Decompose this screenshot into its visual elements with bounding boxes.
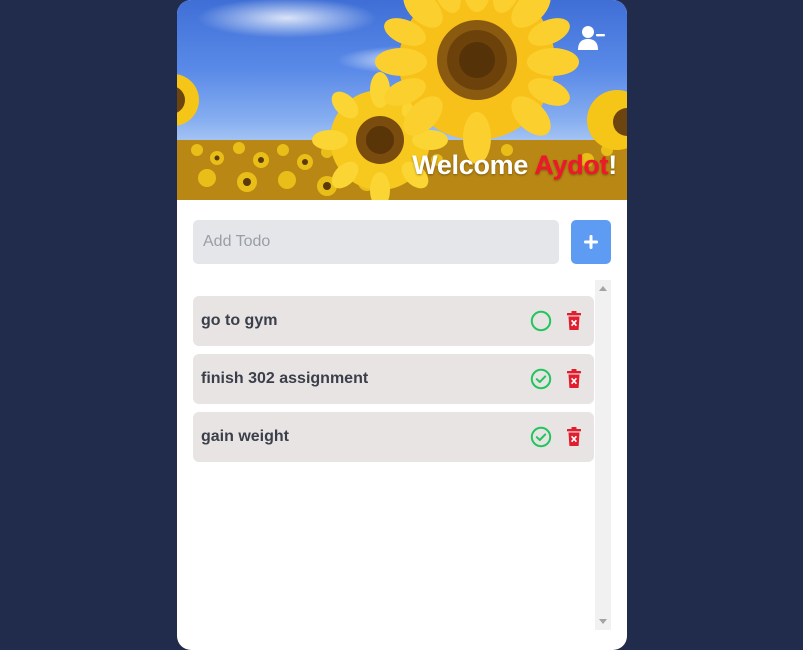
welcome-heading: Welcome Aydot! [412, 150, 617, 181]
circle-icon[interactable] [530, 310, 552, 332]
todo-list: go to gym finish 302 assignment gain wei… [193, 296, 594, 470]
add-todo-input[interactable] [193, 220, 559, 264]
user-name: Aydot [534, 150, 609, 180]
trash-icon[interactable] [566, 311, 582, 331]
trash-icon[interactable] [566, 369, 582, 389]
scroll-up-arrow-icon[interactable] [599, 286, 607, 291]
todo-text: finish 302 assignment [201, 370, 369, 387]
scroll-down-arrow-icon[interactable] [599, 619, 607, 624]
todo-card: Welcome Aydot! go to gym [177, 0, 627, 650]
user-minus-icon[interactable] [577, 24, 607, 52]
todo-item: go to gym [193, 296, 594, 346]
header-banner-image: Welcome Aydot! [177, 0, 627, 200]
check-circle-icon[interactable] [530, 368, 552, 390]
todo-item: finish 302 assignment [193, 354, 594, 404]
welcome-greeting: Welcome [412, 150, 535, 180]
welcome-exclamation: ! [608, 150, 617, 180]
trash-icon[interactable] [566, 427, 582, 447]
add-todo-button[interactable] [571, 220, 611, 264]
todo-list-scrollbar[interactable] [595, 280, 611, 630]
plus-icon [584, 235, 598, 249]
todo-text: gain weight [201, 428, 289, 445]
check-circle-icon[interactable] [530, 426, 552, 448]
todo-text: go to gym [201, 312, 278, 329]
todo-item: gain weight [193, 412, 594, 462]
